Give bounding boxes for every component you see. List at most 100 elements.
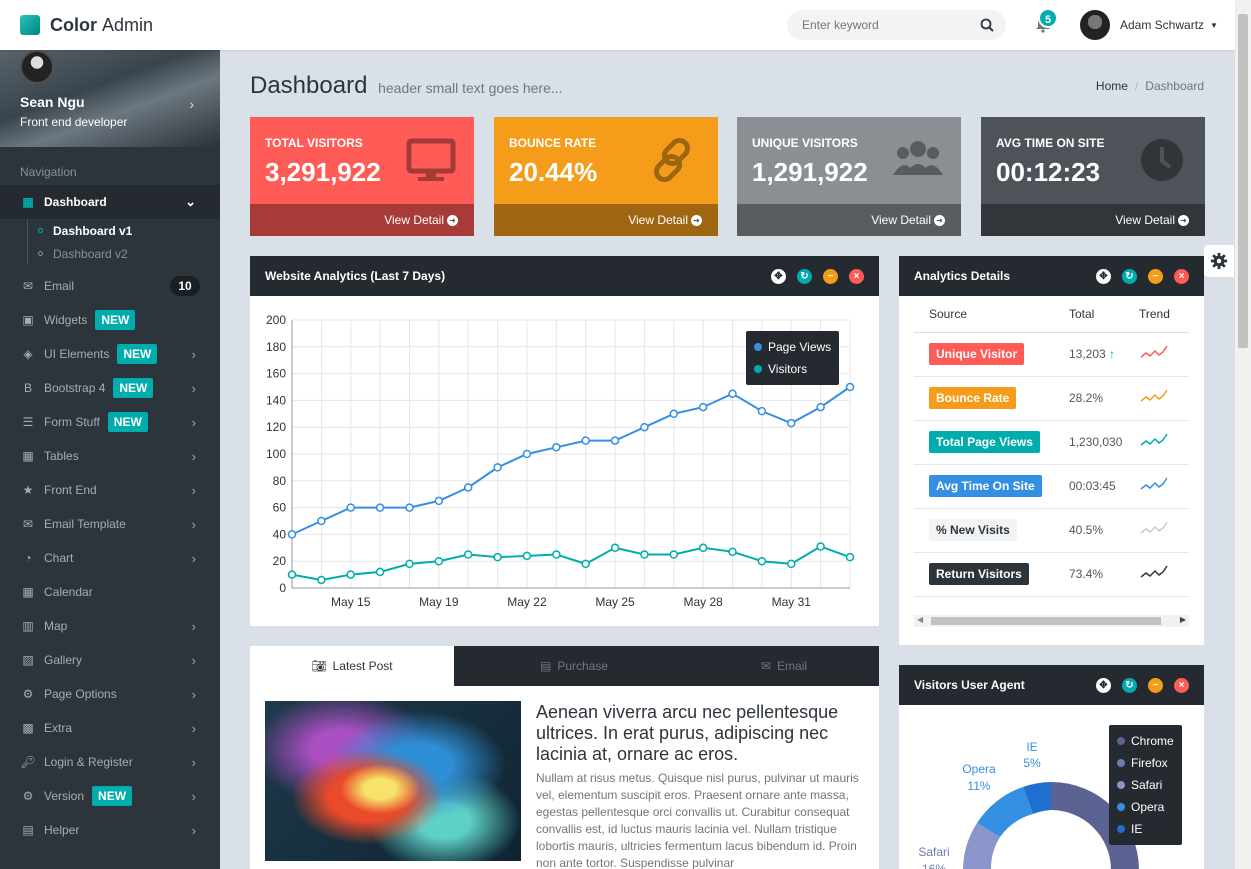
data-point[interactable] <box>787 559 796 569</box>
view-detail-link[interactable]: View Detail ➜ <box>250 204 474 236</box>
search-input[interactable] <box>802 18 972 32</box>
expand-icon[interactable]: ✥ <box>771 269 786 284</box>
expand-icon[interactable]: ✥ <box>1096 678 1111 693</box>
close-icon[interactable]: × <box>1174 678 1189 693</box>
data-point[interactable] <box>816 402 825 412</box>
post-title[interactable]: Aenean viverra arcu nec pellentesque ult… <box>536 702 871 765</box>
sidebar-item-map[interactable]: ▥ Map › <box>0 609 220 643</box>
sidebar-item-gallery[interactable]: ▨ Gallery › <box>0 643 220 677</box>
scroll-right-icon[interactable]: ▶ <box>1180 615 1186 624</box>
data-point[interactable] <box>757 406 767 416</box>
data-point[interactable] <box>787 418 796 428</box>
sidebar-item-email[interactable]: ✉ Email 10 <box>0 269 220 303</box>
minimize-icon[interactable]: − <box>1148 269 1163 284</box>
brand-logo[interactable]: Color Admin <box>20 15 153 36</box>
table-row: Total Page Views 1,230,030 <box>914 420 1189 465</box>
data-point[interactable] <box>581 559 590 569</box>
sidebar-subitem-dashboard-v1[interactable]: Dashboard v1 <box>26 219 220 242</box>
medkit-icon: ▤ <box>22 823 34 837</box>
data-point[interactable] <box>346 503 355 512</box>
sidebar-item-form-stuff[interactable]: ☰ Form Stuff NEW › <box>0 405 220 439</box>
data-point[interactable] <box>287 570 297 579</box>
data-point[interactable] <box>552 550 561 559</box>
sidebar-item-front-end[interactable]: ★ Front End › <box>0 473 220 507</box>
data-point[interactable] <box>317 516 326 526</box>
data-point[interactable] <box>845 382 855 392</box>
tab-purchase[interactable]: ▤ Purchase <box>472 646 676 686</box>
data-point[interactable] <box>552 443 561 452</box>
minimize-icon[interactable]: − <box>823 269 838 284</box>
data-point[interactable] <box>640 422 649 432</box>
breadcrumb-home[interactable]: Home <box>1096 79 1128 93</box>
minimize-icon[interactable]: − <box>1148 678 1163 693</box>
sidebar-profile[interactable]: Sean Ngu Front end developer › <box>0 50 220 147</box>
tab-latest-post[interactable]: 📷︎ Latest Post <box>250 646 454 686</box>
sidebar-item-tables[interactable]: ▦ Tables › <box>0 439 220 473</box>
data-point[interactable] <box>845 552 855 562</box>
chevron-right-icon: › <box>191 380 196 396</box>
reload-icon[interactable]: ↻ <box>1122 678 1137 693</box>
data-point[interactable] <box>728 547 737 557</box>
user-menu[interactable]: Adam Schwartz ▼ <box>1080 10 1218 40</box>
sidebar-item-widgets[interactable]: ▣ Widgets NEW <box>0 303 220 337</box>
sidebar-item-extra[interactable]: ▩ Extra › <box>0 711 220 745</box>
search-icon[interactable] <box>980 18 994 32</box>
data-point[interactable] <box>610 436 620 445</box>
data-point[interactable] <box>493 463 502 472</box>
data-point[interactable] <box>669 550 679 559</box>
table-scrollbar[interactable]: ◀ ▶ <box>914 615 1189 627</box>
page-scrollbar[interactable] <box>1235 0 1251 869</box>
reload-icon[interactable]: ↻ <box>797 269 812 284</box>
data-point[interactable] <box>757 556 767 566</box>
sidebar-subitem-dashboard-v2[interactable]: Dashboard v2 <box>26 242 220 265</box>
tab-email[interactable]: ✉ Email <box>682 646 886 686</box>
scrollbar-thumb[interactable] <box>931 617 1161 625</box>
data-point[interactable] <box>375 503 385 512</box>
data-point[interactable] <box>346 570 355 579</box>
data-point[interactable] <box>463 483 473 492</box>
data-point[interactable] <box>816 542 825 551</box>
sidebar-item-email-template[interactable]: ✉ Email Template › <box>0 507 220 541</box>
data-point[interactable] <box>522 551 532 561</box>
data-point[interactable] <box>405 503 414 512</box>
view-detail-link[interactable]: View Detail ➜ <box>737 204 961 236</box>
theme-settings-button[interactable] <box>1204 245 1234 277</box>
sidebar-item-ui-elements[interactable]: ◈ UI Elements NEW › <box>0 337 220 371</box>
data-point[interactable] <box>434 496 444 506</box>
data-point[interactable] <box>434 556 444 566</box>
data-point[interactable] <box>463 550 473 559</box>
sidebar-item-version[interactable]: ⚙ Version NEW › <box>0 779 220 813</box>
sidebar-item-calendar[interactable]: ▦ Calendar <box>0 575 220 609</box>
sidebar-item-chart[interactable]: ◔ Chart › <box>0 541 220 575</box>
reload-icon[interactable]: ↻ <box>1122 269 1137 284</box>
close-icon[interactable]: × <box>849 269 864 284</box>
panel-title: Visitors User Agent <box>914 678 1025 692</box>
sidebar-item-label: Form Stuff <box>44 415 100 429</box>
data-point[interactable] <box>493 552 502 562</box>
view-detail-link[interactable]: View Detail ➜ <box>494 204 718 236</box>
post-image[interactable] <box>265 701 521 861</box>
data-point[interactable] <box>669 409 679 419</box>
data-point[interactable] <box>640 550 649 559</box>
data-point[interactable] <box>522 449 532 459</box>
view-detail-link[interactable]: View Detail ➜ <box>981 204 1205 236</box>
data-point[interactable] <box>610 543 620 553</box>
data-point[interactable] <box>375 567 385 577</box>
expand-icon[interactable]: ✥ <box>1096 269 1111 284</box>
data-point[interactable] <box>287 530 297 539</box>
sparkline <box>1140 521 1168 534</box>
data-point[interactable] <box>405 559 414 569</box>
sidebar-item-page-options[interactable]: ⚙ Page Options › <box>0 677 220 711</box>
sidebar-item-bootstrap-4[interactable]: B Bootstrap 4 NEW › <box>0 371 220 405</box>
sidebar-item-login-register[interactable]: 🔑︎ Login & Register › <box>0 745 220 779</box>
scroll-left-icon[interactable]: ◀ <box>917 615 923 624</box>
sidebar-item-helper[interactable]: ▤ Helper › <box>0 813 220 847</box>
data-point[interactable] <box>728 389 737 398</box>
sidebar-item-dashboard[interactable]: ▦ Dashboard ⌄ <box>0 185 220 219</box>
data-point[interactable] <box>317 575 326 585</box>
data-point[interactable] <box>581 436 590 445</box>
close-icon[interactable]: × <box>1174 269 1189 284</box>
data-point[interactable] <box>698 543 708 553</box>
data-point[interactable] <box>698 402 708 412</box>
scrollbar-thumb[interactable] <box>1238 14 1248 348</box>
